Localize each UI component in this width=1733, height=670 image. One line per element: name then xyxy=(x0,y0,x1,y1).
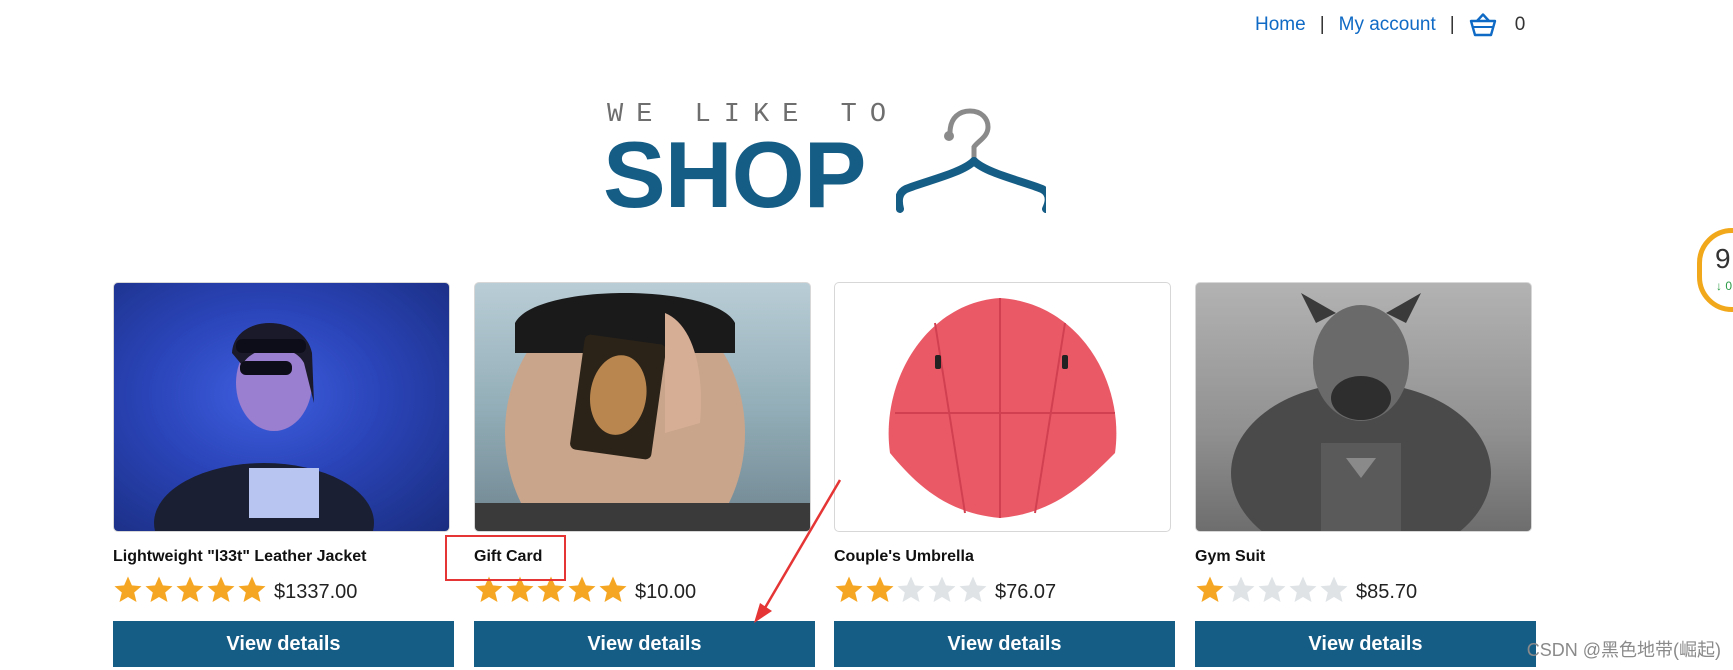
product-image-gym-suit[interactable] xyxy=(1195,282,1532,532)
score-widget[interactable]: 9 ↓ 0 xyxy=(1697,228,1733,312)
basket-icon[interactable] xyxy=(1469,13,1497,37)
star-empty-icon xyxy=(1227,576,1255,602)
star-rating xyxy=(1195,575,1350,605)
star-filled-icon xyxy=(114,576,142,602)
product-price: $76.07 xyxy=(995,581,1057,603)
cart-count: 0 xyxy=(1514,14,1526,35)
star-rating xyxy=(113,575,268,605)
product-price: $10.00 xyxy=(635,581,697,603)
nav-separator: | xyxy=(1449,14,1455,35)
logo-word: SHOP xyxy=(603,122,866,227)
star-filled-icon xyxy=(866,576,894,602)
star-empty-icon xyxy=(1289,576,1317,602)
rating-row: $85.70 xyxy=(1195,575,1417,605)
view-details-button[interactable]: View details xyxy=(1195,621,1536,667)
product-title[interactable]: Gym Suit xyxy=(1195,548,1265,566)
star-empty-icon xyxy=(1320,576,1348,602)
watermark: CSDN @黑色地带(崛起) xyxy=(1526,640,1721,660)
star-filled-icon xyxy=(145,576,173,602)
home-link[interactable]: Home xyxy=(1255,14,1306,36)
star-filled-icon xyxy=(207,576,235,602)
view-details-button[interactable]: View details xyxy=(474,621,815,667)
star-filled-icon xyxy=(176,576,204,602)
top-nav: Home | My account | 0 xyxy=(1255,10,1525,40)
star-rating xyxy=(834,575,989,605)
star-filled-icon xyxy=(599,576,627,602)
product-title[interactable]: Lightweight "l33t" Leather Jacket xyxy=(113,548,366,566)
star-filled-icon xyxy=(568,576,596,602)
star-empty-icon xyxy=(959,576,987,602)
my-account-link[interactable]: My account xyxy=(1339,14,1436,36)
annotation-highlight-box xyxy=(445,535,566,581)
star-empty-icon xyxy=(897,576,925,602)
product-image-jacket[interactable] xyxy=(113,282,450,532)
star-filled-icon xyxy=(1196,576,1224,602)
product-card: Gym Suit $85.70 View details xyxy=(1195,282,1536,667)
product-card: Lightweight "l33t" Leather Jacket $1337.… xyxy=(113,282,454,667)
rating-row: $1337.00 xyxy=(113,575,357,605)
rating-row: $76.07 xyxy=(834,575,1056,605)
score-number: 9 xyxy=(1715,243,1731,274)
score-delta: ↓ 0 xyxy=(1716,279,1733,293)
product-title[interactable]: Couple's Umbrella xyxy=(834,548,974,566)
star-empty-icon xyxy=(1258,576,1286,602)
shop-logo[interactable]: WE LIKE TO SHOP xyxy=(603,96,1046,227)
hanger-icon xyxy=(896,108,1046,213)
nav-separator: | xyxy=(1319,14,1325,35)
product-image-umbrella[interactable] xyxy=(834,282,1171,532)
product-card: Couple's Umbrella $76.07 View details xyxy=(834,282,1175,667)
view-details-button[interactable]: View details xyxy=(113,621,454,667)
annotation-arrow xyxy=(754,479,842,623)
view-details-button[interactable]: View details xyxy=(834,621,1175,667)
product-price: $85.70 xyxy=(1356,581,1418,603)
star-empty-icon xyxy=(928,576,956,602)
product-price: $1337.00 xyxy=(274,581,358,603)
star-filled-icon xyxy=(238,576,266,602)
